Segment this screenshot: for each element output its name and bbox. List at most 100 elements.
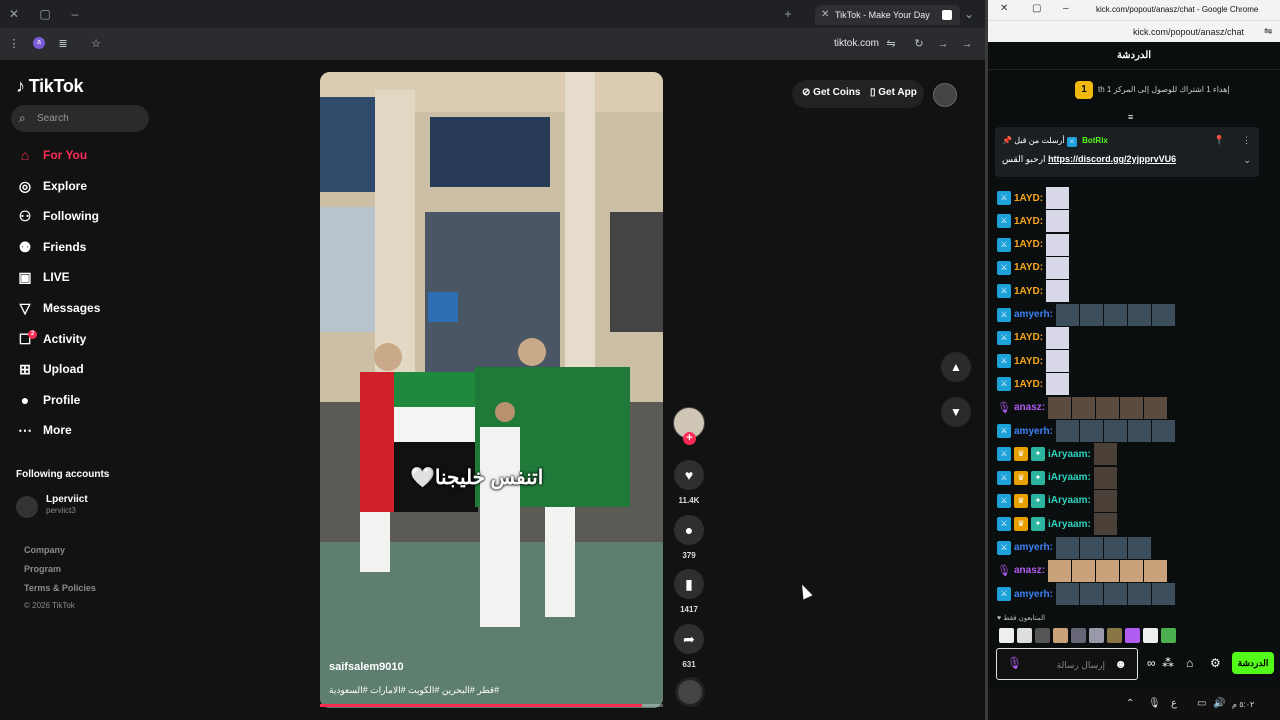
footer-link-terms[interactable]: Terms & Policies [24,583,96,593]
pinned-collapse-icon[interactable]: ≡ [1128,112,1133,122]
mod-badge-icon[interactable]: ⚔ [997,587,1011,602]
chat-emote-icon[interactable] [1079,420,1103,442]
chat-emote-icon[interactable] [1055,303,1079,326]
url-text[interactable]: tiktok.com [834,38,879,49]
footer-link-company[interactable]: Company [24,545,65,555]
share-icon[interactable]: ➦ [674,624,704,654]
chat-emote-icon[interactable] [1046,187,1070,209]
emote-icon[interactable] [1107,628,1122,643]
mod-badge-icon[interactable]: ⚔ [997,354,1011,369]
chat-emote-icon[interactable] [1093,466,1117,489]
share-action[interactable]: ➦ 631 [672,624,706,669]
emote-icon[interactable] [1017,628,1032,643]
store-icon[interactable]: ⌂ [1186,656,1193,670]
emote-icon[interactable] [1035,628,1050,643]
chat-emote-icon[interactable] [1144,559,1168,582]
chat-emote-icon[interactable] [1093,443,1117,466]
chat-url-text[interactable]: kick.com/popout/anasz/chat [1133,27,1244,37]
mod-badge-icon[interactable]: ⚔ [997,237,1011,252]
sidebar-item-profile[interactable]: ● Profile [16,388,156,412]
vip-badge-icon[interactable]: ♛ [1014,470,1028,485]
video-progress-bar[interactable] [320,704,663,707]
chat-emote-icon[interactable] [1103,583,1127,606]
emote-icon[interactable] [999,628,1014,643]
maximize-icon[interactable]: ▢ [37,6,53,22]
chat-emote-icon[interactable] [1151,303,1175,326]
chat-username[interactable]: anasz: [1014,565,1045,576]
chat-username[interactable]: amyerh: [1014,309,1053,320]
chat-emote-icon[interactable] [1046,326,1070,349]
mod-badge-icon[interactable]: ⚔ [997,377,1011,392]
chat-emote-icon[interactable] [1079,536,1103,559]
close-tab-icon[interactable]: ✕ [821,5,829,25]
video-author[interactable]: saifsalem9010 [329,661,404,673]
tray-battery-icon[interactable]: ▭ [1197,698,1206,709]
chat-username[interactable]: 1AYD: [1014,262,1043,273]
mod-badge-icon[interactable]: ⚔ [997,540,1011,555]
comment-icon[interactable]: ● [674,515,704,545]
chat-username[interactable]: iAryaam: [1048,519,1091,530]
close-window-icon[interactable]: ✕ [6,6,22,22]
chat-emote-icon[interactable] [1055,420,1079,442]
chat-emote-icon[interactable] [1048,396,1072,419]
follow-plus-icon[interactable]: + [683,432,696,445]
emote-icon[interactable] [1089,628,1104,643]
chat-username[interactable]: 1AYD: [1014,193,1043,204]
chat-username[interactable]: 1AYD: [1014,216,1043,227]
video-hashtags[interactable]: #قطر #البحرين #الكويت #الامارات #السعودي… [329,685,499,696]
mic-badge-icon[interactable]: 🎙 [997,564,1011,578]
mod-badge-icon[interactable]: ⚔ [997,284,1011,299]
search-box[interactable]: ⌕ [11,105,149,132]
pinned-bot-name[interactable]: BotRix [1082,136,1108,145]
emote-icon[interactable] [1143,628,1158,643]
chat-emote-icon[interactable] [1103,536,1127,559]
chat-emote-icon[interactable] [1127,583,1151,606]
chat-emote-icon[interactable] [1079,583,1103,606]
chat-emote-icon[interactable] [1127,420,1151,442]
chat-username[interactable]: 1AYD: [1014,356,1043,367]
video-player[interactable] [320,72,663,708]
chevron-down-icon[interactable]: ▼ [941,397,971,427]
chat-emote-icon[interactable] [1046,256,1070,279]
sidebar-item-more[interactable]: ⋯ More [16,418,156,442]
sidebar-item-explore[interactable]: ◎ Explore [16,174,156,198]
site-settings-icon[interactable]: ⇋ [1264,26,1272,37]
tab-search-icon[interactable]: ⌄ [961,6,977,22]
mod-badge-icon[interactable]: ⚔ [997,517,1011,532]
save-action[interactable]: ▮ 1417 [672,569,706,614]
chat-username[interactable]: 1AYD: [1014,332,1043,343]
reload-icon[interactable]: ↻ [911,36,927,52]
like-action[interactable]: ♥ 11.4K [672,460,706,505]
tray-clock[interactable]: ٥:٠٢ م [1232,700,1254,709]
chat-username[interactable]: iAryaam: [1048,495,1091,506]
chat-username[interactable]: anasz: [1014,402,1045,413]
chat-emote-icon[interactable] [1103,420,1127,442]
mic-badge-icon[interactable]: 🎙 [997,401,1011,415]
mod-badge-icon[interactable]: ⚔ [997,470,1011,485]
mod-badge-icon[interactable]: ⚔ [997,260,1011,275]
extension-icon[interactable]: a [33,37,45,49]
tray-language-icon[interactable]: ع [1171,698,1177,709]
mod-badge-icon[interactable]: ⚔ [997,493,1011,508]
vip-badge-icon[interactable]: ♛ [1014,493,1028,508]
chat-emote-icon[interactable] [1072,559,1096,582]
tray-mic-icon[interactable]: 🎙 [1148,698,1161,709]
infinity-icon[interactable]: ∞ [1147,656,1156,670]
chat-emote-icon[interactable] [1151,583,1175,606]
comment-action[interactable]: ● 379 [672,515,706,560]
active-tab[interactable]: ✕ TikTok - Make Your Day [815,5,960,25]
chat-send-button[interactable]: الدردشة [1232,652,1274,674]
chat-username[interactable]: 1AYD: [1014,239,1043,250]
chat-emote-icon[interactable] [1096,559,1120,582]
vip-badge-icon[interactable]: ♛ [1014,447,1028,462]
sidebar-item-friends[interactable]: ⚉ Friends [16,235,156,259]
get-app-button[interactable]: ▯ Get App [870,87,917,98]
sidebar-item-following[interactable]: ⚇ Following [16,204,156,228]
chat-emote-icon[interactable] [1144,396,1168,419]
chat-input-box[interactable]: 🎙 ☻ [996,648,1138,680]
close-window-icon[interactable]: ✕ [1000,3,1008,14]
chevron-up-icon[interactable]: ▲ [941,352,971,382]
chat-emote-icon[interactable] [1055,536,1079,559]
chat-username[interactable]: amyerh: [1014,426,1053,437]
menu-kebab-icon[interactable]: ⋮ [6,36,22,52]
